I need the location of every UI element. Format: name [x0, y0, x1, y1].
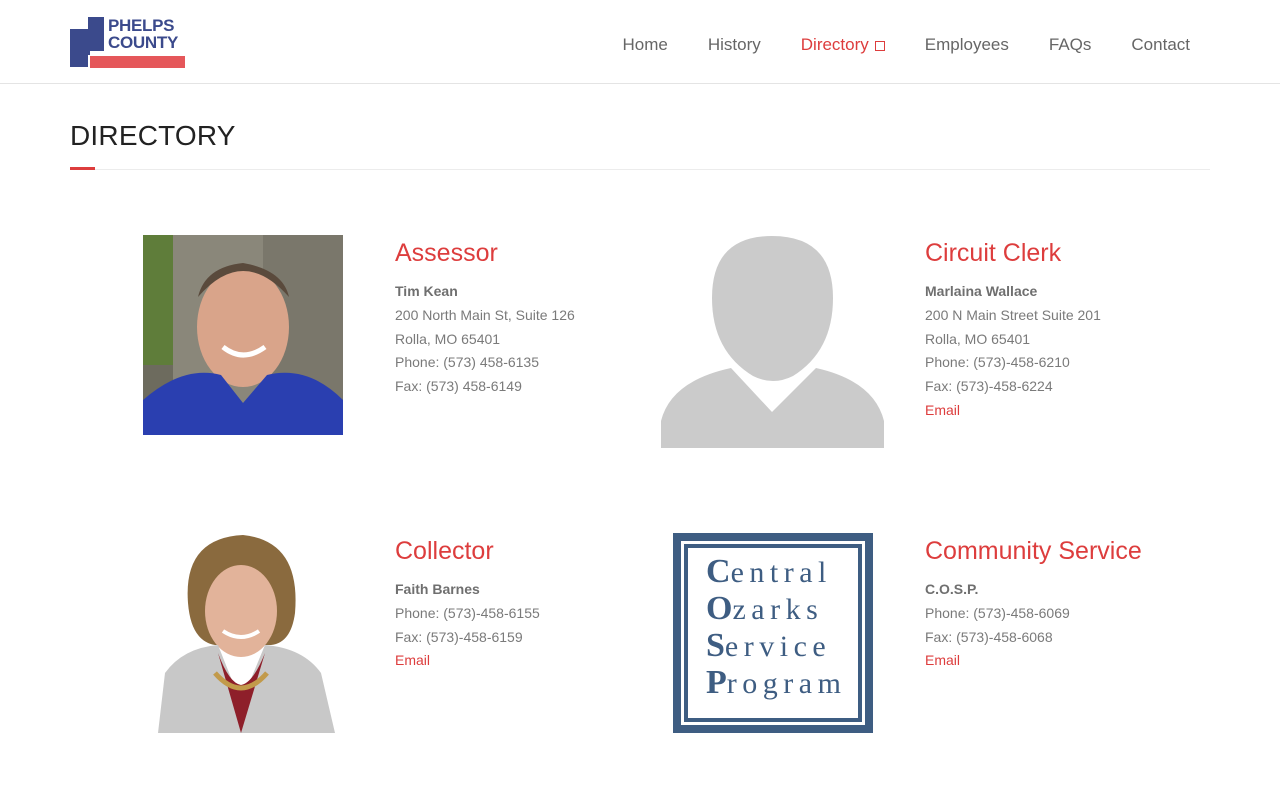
address-line-2: Rolla, MO 65401	[925, 330, 1031, 347]
community-service-info: Community Service C.O.S.P. Phone: (573)-…	[925, 534, 1185, 673]
nav-history[interactable]: History	[688, 34, 781, 56]
nav-employees[interactable]: Employees	[905, 34, 1029, 56]
cosp-logo-panel: Central Ozarks Service Program	[688, 548, 858, 718]
nav-directory[interactable]: Directory	[781, 34, 905, 56]
cosp-logo: Central Ozarks Service Program	[673, 533, 873, 733]
main-nav: Home History Directory Employees FAQs Co…	[603, 34, 1191, 56]
phelps-county-logo[interactable]: PHELPS COUNTY	[70, 17, 186, 69]
phone: Phone: (573) 458-6135	[395, 354, 539, 371]
contact-name: Tim Kean	[395, 283, 458, 299]
dept-title: Circuit Clerk	[925, 239, 1062, 267]
dept-title: Collector	[395, 537, 494, 565]
logo-wordmark: PHELPS COUNTY	[108, 17, 178, 51]
cosp-word-service: Service	[706, 627, 832, 664]
cosp-word-ozarks: Ozarks	[706, 590, 824, 627]
dept-title: Assessor	[395, 239, 498, 267]
avatar-placeholder-icon	[661, 236, 884, 448]
dropdown-icon	[874, 41, 885, 51]
email-link[interactable]: Email	[395, 649, 645, 673]
assessor-info: Assessor Tim Kean 200 North Main St, Sui…	[395, 236, 645, 399]
logo-line1: PHELPS	[108, 16, 175, 35]
cosp-logo-frame: Central Ozarks Service Program	[681, 541, 865, 725]
nav-directory-label: Directory	[800, 35, 869, 54]
phone: Phone: (573)-458-6069	[925, 604, 1070, 621]
site-header: PHELPS COUNTY Home History Directory Emp…	[0, 0, 1280, 84]
fax: Fax: (573)-458-6159	[395, 628, 523, 645]
circuit-clerk-photo	[661, 236, 884, 448]
page-title: DIRECTORY	[70, 120, 236, 151]
phone: Phone: (573)-458-6155	[395, 604, 540, 621]
cosp-word-central: Central	[706, 553, 832, 590]
contact-name: Faith Barnes	[395, 581, 480, 597]
title-divider	[70, 169, 1210, 170]
collector-info: Collector Faith Barnes Phone: (573)-458-…	[395, 534, 645, 673]
phone: Phone: (573)-458-6210	[925, 354, 1070, 371]
nav-home[interactable]: Home	[603, 34, 688, 56]
address-line-1: 200 North Main St, Suite 126	[395, 306, 575, 323]
person-photo-icon	[158, 535, 335, 733]
address-line-1: 200 N Main Street Suite 201	[925, 306, 1101, 323]
contact-name: Marlaina Wallace	[925, 283, 1038, 299]
logo-line2: COUNTY	[108, 33, 178, 52]
assessor-photo	[143, 235, 343, 435]
fax: Fax: (573)-458-6224	[925, 378, 1053, 395]
nav-contact[interactable]: Contact	[1111, 34, 1190, 56]
cosp-word-program: Program	[706, 664, 847, 701]
collector-photo	[143, 533, 343, 733]
dept-title: Community Service	[925, 537, 1142, 565]
address-line-2: Rolla, MO 65401	[395, 330, 501, 347]
fax: Fax: (573) 458-6149	[395, 378, 522, 395]
person-photo-icon	[143, 235, 343, 435]
email-link[interactable]: Email	[925, 649, 1185, 673]
title-accent-bar	[70, 167, 95, 170]
contact-name: C.O.S.P.	[925, 581, 979, 597]
fax: Fax: (573)-458-6068	[925, 628, 1053, 645]
email-link[interactable]: Email	[925, 399, 1185, 423]
nav-faqs[interactable]: FAQs	[1029, 34, 1112, 56]
logo-red-bar	[90, 56, 185, 68]
circuit-clerk-info: Circuit Clerk Marlaina Wallace 200 N Mai…	[925, 236, 1185, 423]
